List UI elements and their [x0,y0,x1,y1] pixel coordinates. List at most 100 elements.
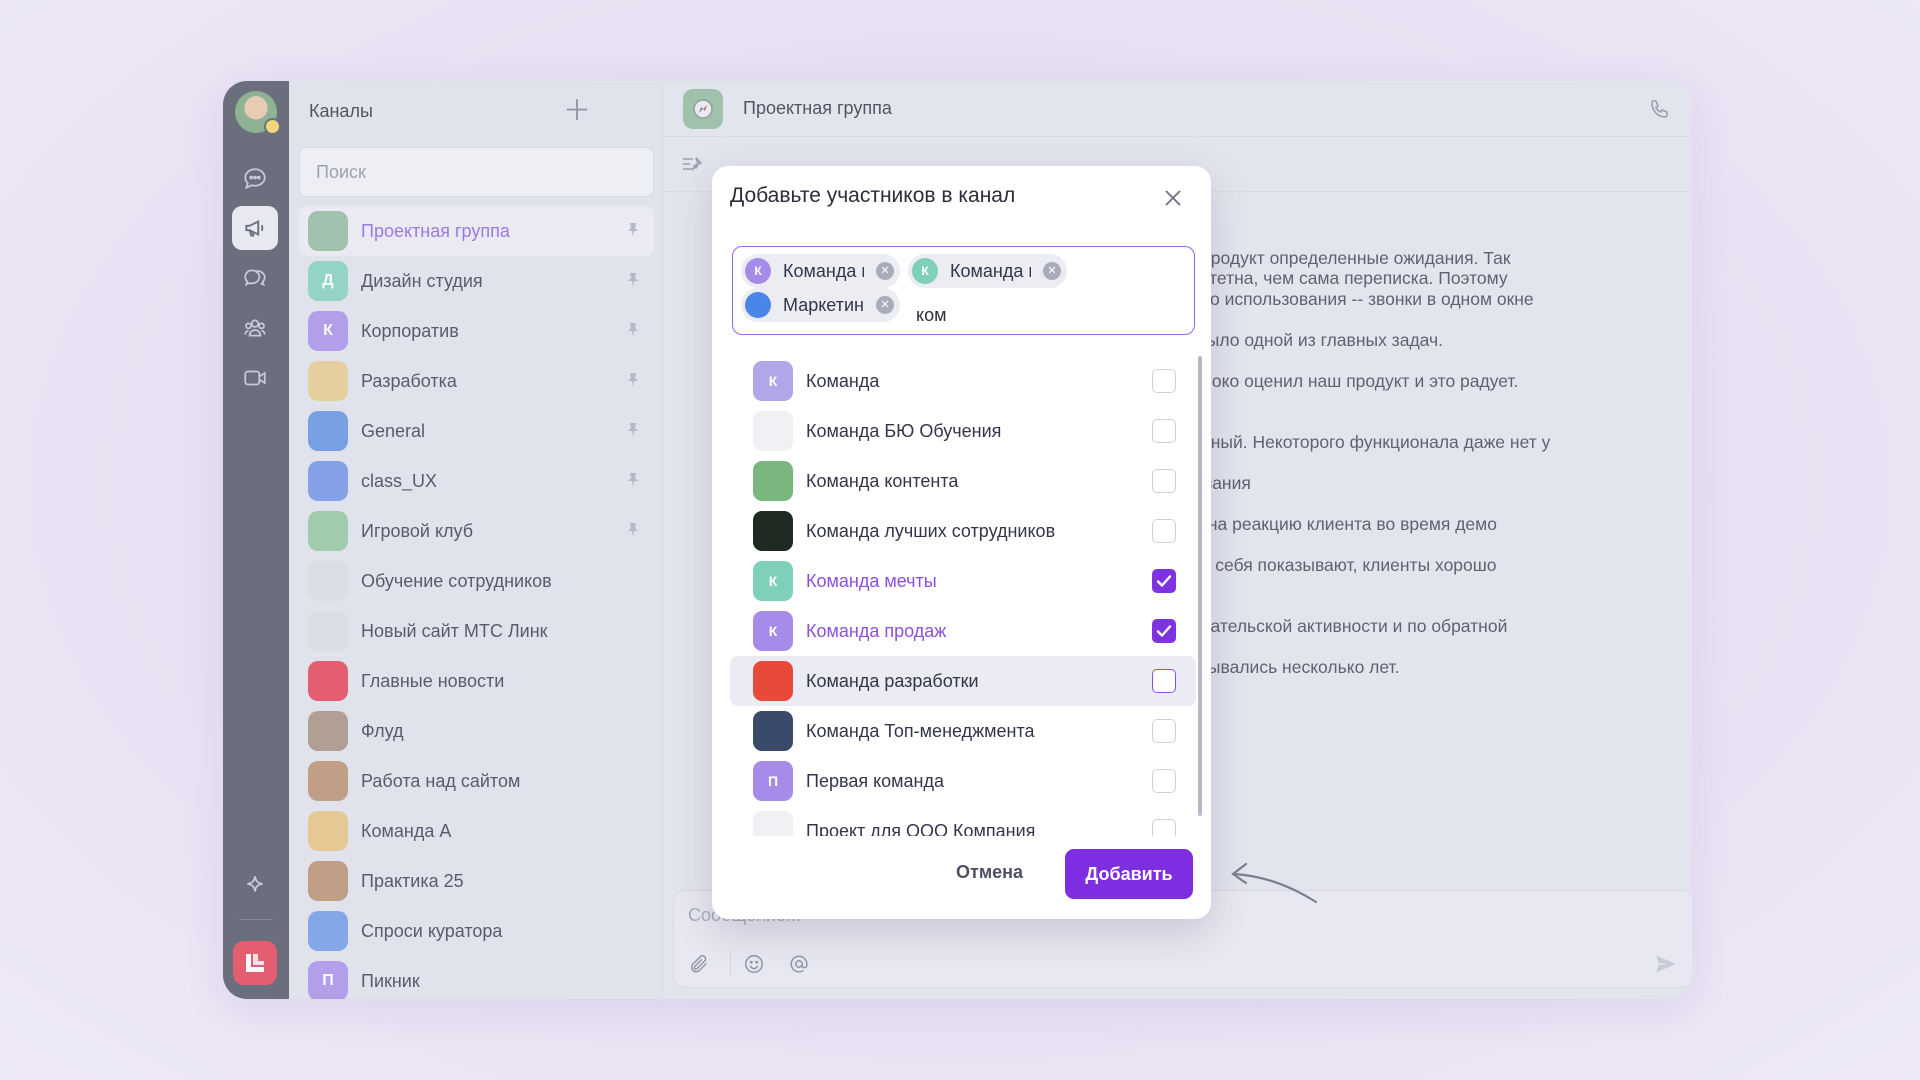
channel-name: Команда А [361,820,452,841]
channel-icon [308,711,348,751]
send-icon[interactable] [1653,951,1679,977]
channel-icon [308,811,348,851]
mention-icon[interactable] [788,953,810,975]
channel-item[interactable]: К Корпоратив [299,306,654,356]
pinned-messages-icon[interactable] [681,155,703,175]
channel-item[interactable]: class_UX [299,456,654,506]
remove-chip-icon[interactable]: ✕ [876,296,894,314]
channels-panel: Каналы ＋ Поиск Проектная группа Д Дизайн с… [289,81,663,999]
channel-name: Проектная группа [361,220,510,241]
remove-chip-icon[interactable]: ✕ [1043,262,1061,280]
pin-icon[interactable] [626,222,640,238]
member-checkbox[interactable] [1152,469,1176,493]
pin-icon[interactable] [626,322,640,338]
member-option[interactable]: Команда лучших сотрудников [730,506,1196,556]
channel-name: class_UX [361,470,438,491]
threads-nav-button[interactable] [232,256,278,300]
channel-item[interactable]: Команда А [299,806,654,856]
channel-item[interactable]: Главные новости [299,656,654,706]
close-icon[interactable] [1161,186,1185,210]
selected-member-chip: К Команда продаж ✕ [741,254,900,288]
pin-icon[interactable] [626,372,640,388]
search-input[interactable]: Поиск [299,147,654,197]
channel-item[interactable]: П Пикник [299,956,654,999]
channel-item[interactable]: General [299,406,654,456]
pin-icon[interactable] [626,522,640,538]
channel-icon: К [308,311,348,351]
member-avatar [753,461,793,501]
pin-icon[interactable] [626,272,640,288]
member-checkbox[interactable] [1152,619,1176,643]
channel-item[interactable]: Практика 25 [299,856,654,906]
channel-item[interactable]: Разработка [299,356,654,406]
channel-name: Обучение сотрудников [361,570,552,591]
member-avatar: П [753,761,793,801]
member-avatar [753,511,793,551]
member-option[interactable]: П Первая команда [730,756,1196,806]
channel-name: Дизайн студия [361,270,483,291]
channel-item[interactable]: Д Дизайн студия [299,256,654,306]
member-checkbox[interactable] [1152,719,1176,743]
member-avatar: К [753,361,793,401]
member-option[interactable]: Команда Топ-менеджмента [730,706,1196,756]
contacts-nav-button[interactable] [232,306,278,350]
channel-item[interactable]: Флуд [299,706,654,756]
channel-name: Пикник [361,970,420,991]
pin-icon[interactable] [626,422,640,438]
channel-item[interactable]: Проектная группа [299,206,654,256]
emoji-icon[interactable] [743,953,765,975]
channel-item[interactable]: Обучение сотрудников [299,556,654,606]
chats-nav-button[interactable] [232,157,278,201]
chip-avatar: К [745,258,771,284]
channel-icon [308,361,348,401]
member-checkbox[interactable] [1152,569,1176,593]
member-checkbox[interactable] [1152,419,1176,443]
channels-nav-button[interactable] [232,206,278,250]
channel-icon [308,861,348,901]
dialog-title: Добавьте участников в канал [730,184,1016,207]
member-tag-input[interactable]: ККоманда продаж✕ККоманда мечты✕Маркетинг… [732,246,1195,335]
member-checkbox[interactable] [1152,669,1176,693]
member-label: Команда [806,370,880,391]
megaphone-icon [245,220,264,237]
channel-icon [308,911,348,951]
member-checkbox[interactable] [1152,769,1176,793]
composer-divider [730,953,731,977]
channels-title: Каналы [309,101,373,121]
add-channel-button[interactable]: ＋ [563,97,591,125]
add-button[interactable]: Добавить [1065,849,1193,899]
member-option[interactable]: К Команда мечты [730,556,1196,606]
member-label: Проект для ООО Компания [806,820,1036,837]
scrollbar[interactable] [1198,356,1202,816]
selected-member-chip: К Команда мечты ✕ [908,254,1067,288]
cancel-button[interactable]: Отмена [956,862,1023,883]
member-checkbox[interactable] [1152,519,1176,543]
channel-item[interactable]: Спроси куратора [299,906,654,956]
channel-item[interactable]: Игровой клуб [299,506,654,556]
remove-chip-icon[interactable]: ✕ [876,262,894,280]
member-checkbox[interactable] [1152,369,1176,393]
members-list: К Команда Команда БЮ Обучения Команда конте… [730,356,1196,836]
search-query[interactable]: ком [916,305,946,326]
member-option[interactable]: Команда разработки [730,656,1196,706]
member-label: Команда БЮ Обучения [806,420,1002,441]
member-avatar [753,711,793,751]
channel-name: Практика 25 [361,870,464,891]
ai-assistant-button[interactable] [232,864,278,908]
channel-item[interactable]: Работа над сайтом [299,756,654,806]
member-option[interactable]: Команда контента [730,456,1196,506]
member-checkbox[interactable] [1152,819,1176,836]
phone-icon[interactable] [1648,97,1672,121]
member-option[interactable]: Команда БЮ Обучения [730,406,1196,456]
user-avatar[interactable] [235,91,281,135]
pin-icon[interactable] [626,472,640,488]
channel-item[interactable]: Новый сайт МТС Линк [299,606,654,656]
member-option[interactable]: Проект для ООО Компания [730,806,1196,836]
status-emoji-icon[interactable] [264,118,281,135]
member-option[interactable]: К Команда [730,356,1196,406]
video-nav-button[interactable] [232,356,278,400]
attach-icon[interactable] [688,953,710,975]
app-logo[interactable] [233,941,277,985]
channel-name: Спроси куратора [361,920,503,941]
member-option[interactable]: К Команда продаж [730,606,1196,656]
